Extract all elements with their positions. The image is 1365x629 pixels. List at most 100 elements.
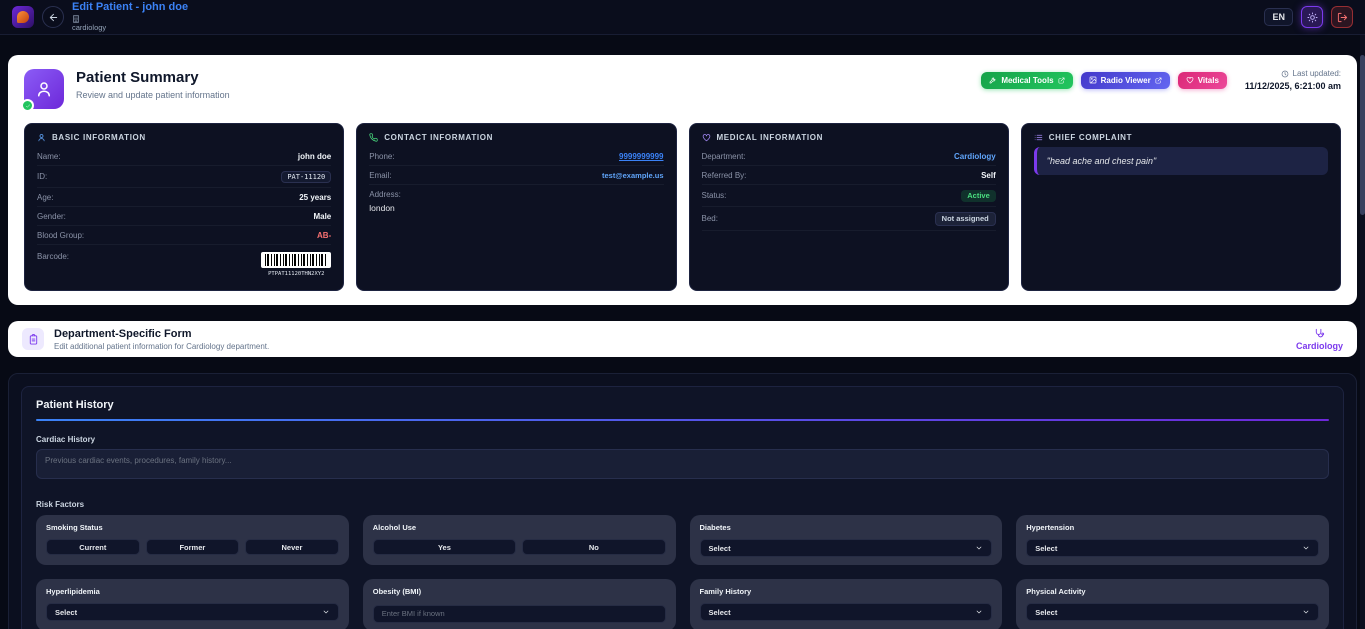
basic-info-title: BASIC INFORMATION: [52, 133, 146, 142]
radio-viewer-button[interactable]: Radio Viewer: [1081, 72, 1170, 89]
department-form-panel: Patient History Cardiac History Risk Fac…: [8, 373, 1357, 629]
building-icon: [72, 15, 80, 23]
department-badge-label: Cardiology: [1296, 341, 1343, 351]
heart-icon: [1186, 76, 1194, 84]
check-icon: [25, 103, 31, 109]
age-value: 25 years: [299, 193, 331, 202]
blood-group-label: Blood Group:: [37, 231, 84, 240]
phone-label: Phone:: [369, 152, 394, 161]
scrollbar-thumb[interactable]: [1360, 55, 1365, 215]
contact-information-card: CONTACT INFORMATION Phone: 9999999999 Em…: [356, 123, 676, 291]
family-history-select[interactable]: Select: [700, 603, 993, 621]
main-content: Patient Summary Review and update patien…: [0, 35, 1365, 629]
smoking-never-button[interactable]: Never: [245, 539, 339, 555]
patient-id-badge: PAT-11120: [281, 171, 331, 183]
department-form-subtitle: Edit additional patient information for …: [54, 342, 269, 351]
logout-button[interactable]: [1331, 6, 1353, 28]
app-logo-icon[interactable]: [12, 6, 34, 28]
hypertension-select[interactable]: Select: [1026, 539, 1319, 557]
hypertension-label: Hypertension: [1026, 523, 1319, 532]
age-label: Age:: [37, 193, 53, 202]
patient-summary-panel: Patient Summary Review and update patien…: [8, 55, 1357, 305]
language-button[interactable]: EN: [1264, 8, 1293, 26]
clock-icon: [1281, 70, 1289, 78]
row-gender: Gender: Male: [37, 207, 331, 226]
row-blood-group: Blood Group: AB-: [37, 226, 331, 245]
row-department: Department: Cardiology: [702, 147, 996, 166]
smoking-status-card: Smoking Status Current Former Never: [36, 515, 349, 565]
row-bed: Bed: Not assigned: [702, 207, 996, 231]
summary-title-block: Patient Summary Review and update patien…: [76, 69, 230, 100]
cardiac-history-textarea[interactable]: [36, 449, 1329, 479]
alcohol-no-button[interactable]: No: [522, 539, 665, 555]
header-actions: EN: [1264, 6, 1353, 28]
gender-label: Gender:: [37, 212, 66, 221]
image-icon: [1089, 76, 1097, 84]
physical-activity-select[interactable]: Select: [1026, 603, 1319, 621]
department-label: Department:: [702, 152, 746, 161]
alcohol-yes-button[interactable]: Yes: [373, 539, 516, 555]
blood-group-value: AB-: [317, 231, 331, 240]
department-link[interactable]: Cardiology: [954, 152, 996, 161]
stethoscope-icon: [1314, 328, 1325, 339]
diabetes-select[interactable]: Select: [700, 539, 993, 557]
diabetes-label: Diabetes: [700, 523, 993, 532]
bed-label: Bed:: [702, 214, 718, 223]
barcode-label: Barcode:: [37, 252, 69, 261]
smoking-former-button[interactable]: Former: [146, 539, 240, 555]
summary-subtitle: Review and update patient information: [76, 90, 230, 100]
department-form-title: Department-Specific Form: [54, 328, 269, 340]
last-updated: Last updated: 11/12/2025, 6:21:00 am: [1245, 69, 1341, 91]
verified-badge: [21, 99, 34, 112]
user-icon: [37, 133, 46, 142]
status-label: Status:: [702, 191, 727, 200]
chevron-down-icon: [975, 544, 983, 552]
diabetes-select-value: Select: [709, 544, 731, 553]
family-history-label: Family History: [700, 587, 993, 596]
title-underline: [36, 419, 1329, 421]
row-email: Email: test@example.us: [369, 166, 663, 185]
physical-activity-select-value: Select: [1035, 608, 1057, 617]
risk-factors-label: Risk Factors: [36, 500, 1329, 509]
row-name: Name: john doe: [37, 147, 331, 166]
medical-tools-button[interactable]: Medical Tools: [981, 72, 1072, 89]
logo-blob: [17, 11, 29, 23]
physical-activity-label: Physical Activity: [1026, 587, 1319, 596]
bmi-input[interactable]: [373, 605, 666, 623]
row-id: ID: PAT-11120: [37, 166, 331, 188]
chevron-down-icon: [975, 608, 983, 616]
contact-info-title: CONTACT INFORMATION: [384, 133, 493, 142]
alcohol-use-label: Alcohol Use: [373, 523, 666, 532]
scrollbar[interactable]: [1360, 35, 1365, 629]
hyperlipidemia-select-value: Select: [55, 608, 77, 617]
radio-viewer-label: Radio Viewer: [1101, 76, 1151, 85]
hyperlipidemia-label: Hyperlipidemia: [46, 587, 339, 596]
medical-tools-label: Medical Tools: [1001, 76, 1053, 85]
hypertension-select-value: Select: [1035, 544, 1057, 553]
vitals-button[interactable]: Vitals: [1178, 72, 1227, 89]
phone-link[interactable]: 9999999999: [619, 152, 664, 161]
sun-icon: [1307, 12, 1318, 23]
hyperlipidemia-select[interactable]: Select: [46, 603, 339, 621]
chief-complaint-card: CHIEF COMPLAINT "head ache and chest pai…: [1021, 123, 1341, 291]
address-label: Address:: [369, 190, 401, 199]
email-link[interactable]: test@example.us: [602, 171, 664, 180]
hypertension-card: Hypertension Select: [1016, 515, 1329, 565]
theme-toggle-button[interactable]: [1301, 6, 1323, 28]
header-department-label: cardiology: [72, 24, 188, 32]
chevron-down-icon: [1302, 544, 1310, 552]
smoking-current-button[interactable]: Current: [46, 539, 140, 555]
address-value: london: [369, 203, 663, 213]
back-button[interactable]: [42, 6, 64, 28]
row-barcode: Barcode: PTPAT11120THN2XY2: [37, 245, 331, 277]
alcohol-use-card: Alcohol Use Yes No: [363, 515, 676, 565]
patient-history-title: Patient History: [36, 399, 1329, 411]
vitals-label: Vitals: [1198, 76, 1219, 85]
clipboard-icon: [22, 328, 44, 350]
header-title-block: Edit Patient - john doe cardiology: [72, 1, 188, 32]
chief-complaint-title: CHIEF COMPLAINT: [1049, 133, 1132, 142]
name-label: Name:: [37, 152, 61, 161]
external-link-icon: [1058, 77, 1065, 84]
row-status: Status: Active: [702, 185, 996, 207]
obesity-bmi-label: Obesity (BMI): [373, 587, 666, 596]
